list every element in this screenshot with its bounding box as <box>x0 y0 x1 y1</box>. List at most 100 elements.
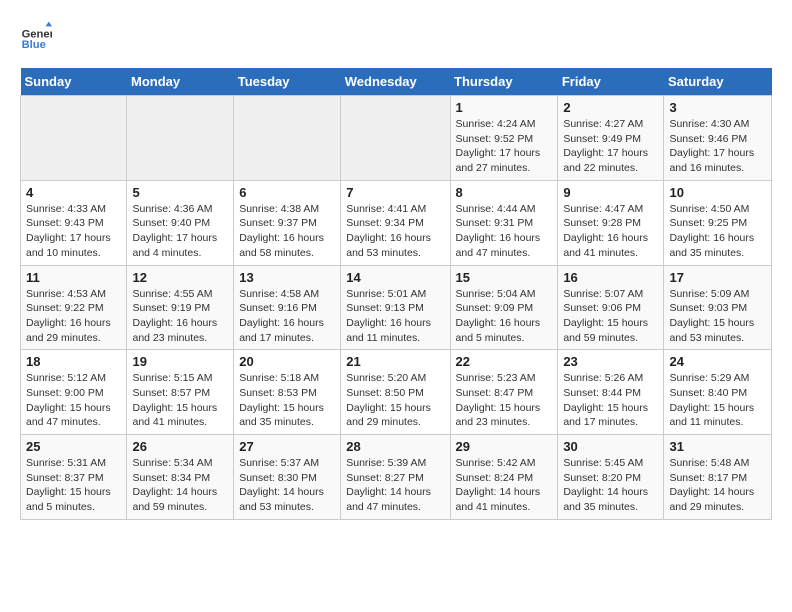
day-info: Sunrise: 5:20 AM Sunset: 8:50 PM Dayligh… <box>346 371 444 430</box>
calendar-cell: 1 Sunrise: 4:24 AM Sunset: 9:52 PM Daylig… <box>450 96 558 181</box>
day-info: Sunrise: 5:31 AM Sunset: 8:37 PM Dayligh… <box>26 456 121 515</box>
day-info: Sunrise: 5:23 AM Sunset: 8:47 PM Dayligh… <box>456 371 553 430</box>
day-info: Sunrise: 5:12 AM Sunset: 9:00 PM Dayligh… <box>26 371 121 430</box>
calendar-cell: 18 Sunrise: 5:12 AM Sunset: 9:00 PM Dayli… <box>21 350 127 435</box>
day-info: Sunrise: 4:24 AM Sunset: 9:52 PM Dayligh… <box>456 117 553 176</box>
calendar-cell: 20 Sunrise: 5:18 AM Sunset: 8:53 PM Dayli… <box>234 350 341 435</box>
day-info: Sunrise: 5:01 AM Sunset: 9:13 PM Dayligh… <box>346 287 444 346</box>
calendar-cell: 19Sunrise: 5:15 AM Sunset: 8:57 PM Dayli… <box>127 350 234 435</box>
day-number: 8 <box>456 185 553 200</box>
day-info: Sunrise: 5:39 AM Sunset: 8:27 PM Dayligh… <box>346 456 444 515</box>
day-number: 4 <box>26 185 121 200</box>
day-info: Sunrise: 5:09 AM Sunset: 9:03 PM Dayligh… <box>669 287 766 346</box>
calendar-cell: 21Sunrise: 5:20 AM Sunset: 8:50 PM Dayli… <box>341 350 450 435</box>
page-header: General Blue <box>20 20 772 52</box>
calendar-week-row: 4 Sunrise: 4:33 AM Sunset: 9:43 PM Daylig… <box>21 180 772 265</box>
calendar-cell: 23 Sunrise: 5:26 AM Sunset: 8:44 PM Dayli… <box>558 350 664 435</box>
day-info: Sunrise: 5:48 AM Sunset: 8:17 PM Dayligh… <box>669 456 766 515</box>
day-number: 16 <box>563 270 658 285</box>
weekday-header-tuesday: Tuesday <box>234 68 341 96</box>
day-number: 15 <box>456 270 553 285</box>
day-number: 27 <box>239 439 335 454</box>
svg-text:Blue: Blue <box>22 39 46 51</box>
day-number: 3 <box>669 100 766 115</box>
weekday-header-wednesday: Wednesday <box>341 68 450 96</box>
day-number: 29 <box>456 439 553 454</box>
weekday-header-monday: Monday <box>127 68 234 96</box>
day-info: Sunrise: 4:33 AM Sunset: 9:43 PM Dayligh… <box>26 202 121 261</box>
day-number: 20 <box>239 354 335 369</box>
day-number: 6 <box>239 185 335 200</box>
calendar-cell <box>341 96 450 181</box>
day-info: Sunrise: 4:36 AM Sunset: 9:40 PM Dayligh… <box>132 202 228 261</box>
calendar-cell: 17 Sunrise: 5:09 AM Sunset: 9:03 PM Dayli… <box>664 265 772 350</box>
day-info: Sunrise: 4:38 AM Sunset: 9:37 PM Dayligh… <box>239 202 335 261</box>
day-info: Sunrise: 4:27 AM Sunset: 9:49 PM Dayligh… <box>563 117 658 176</box>
weekday-header-friday: Friday <box>558 68 664 96</box>
day-number: 12 <box>132 270 228 285</box>
calendar-cell: 2 Sunrise: 4:27 AM Sunset: 9:49 PM Daylig… <box>558 96 664 181</box>
day-number: 23 <box>563 354 658 369</box>
day-number: 22 <box>456 354 553 369</box>
calendar-cell: 4 Sunrise: 4:33 AM Sunset: 9:43 PM Daylig… <box>21 180 127 265</box>
day-info: Sunrise: 5:04 AM Sunset: 9:09 PM Dayligh… <box>456 287 553 346</box>
day-info: Sunrise: 4:53 AM Sunset: 9:22 PM Dayligh… <box>26 287 121 346</box>
day-info: Sunrise: 4:44 AM Sunset: 9:31 PM Dayligh… <box>456 202 553 261</box>
calendar-cell <box>234 96 341 181</box>
day-number: 10 <box>669 185 766 200</box>
day-info: Sunrise: 5:37 AM Sunset: 8:30 PM Dayligh… <box>239 456 335 515</box>
calendar-cell: 27 Sunrise: 5:37 AM Sunset: 8:30 PM Dayli… <box>234 435 341 520</box>
day-info: Sunrise: 4:55 AM Sunset: 9:19 PM Dayligh… <box>132 287 228 346</box>
calendar-cell <box>21 96 127 181</box>
day-number: 5 <box>132 185 228 200</box>
day-info: Sunrise: 5:18 AM Sunset: 8:53 PM Dayligh… <box>239 371 335 430</box>
day-info: Sunrise: 4:41 AM Sunset: 9:34 PM Dayligh… <box>346 202 444 261</box>
calendar-cell: 31 Sunrise: 5:48 AM Sunset: 8:17 PM Dayli… <box>664 435 772 520</box>
day-number: 31 <box>669 439 766 454</box>
day-number: 1 <box>456 100 553 115</box>
calendar-cell: 15 Sunrise: 5:04 AM Sunset: 9:09 PM Dayli… <box>450 265 558 350</box>
weekday-header-thursday: Thursday <box>450 68 558 96</box>
day-info: Sunrise: 5:29 AM Sunset: 8:40 PM Dayligh… <box>669 371 766 430</box>
calendar-cell: 11 Sunrise: 4:53 AM Sunset: 9:22 PM Dayli… <box>21 265 127 350</box>
day-number: 13 <box>239 270 335 285</box>
day-number: 14 <box>346 270 444 285</box>
day-number: 17 <box>669 270 766 285</box>
calendar-cell: 10Sunrise: 4:50 AM Sunset: 9:25 PM Dayli… <box>664 180 772 265</box>
day-number: 18 <box>26 354 121 369</box>
calendar-cell: 28Sunrise: 5:39 AM Sunset: 8:27 PM Dayli… <box>341 435 450 520</box>
calendar-cell: 25Sunrise: 5:31 AM Sunset: 8:37 PM Dayli… <box>21 435 127 520</box>
day-number: 2 <box>563 100 658 115</box>
day-info: Sunrise: 5:34 AM Sunset: 8:34 PM Dayligh… <box>132 456 228 515</box>
calendar-week-row: 25Sunrise: 5:31 AM Sunset: 8:37 PM Dayli… <box>21 435 772 520</box>
day-number: 19 <box>132 354 228 369</box>
calendar-cell: 16 Sunrise: 5:07 AM Sunset: 9:06 PM Dayli… <box>558 265 664 350</box>
day-number: 11 <box>26 270 121 285</box>
calendar-header-row: SundayMondayTuesdayWednesdayThursdayFrid… <box>21 68 772 96</box>
logo: General Blue <box>20 20 52 52</box>
calendar-body: 1 Sunrise: 4:24 AM Sunset: 9:52 PM Daylig… <box>21 96 772 520</box>
calendar-cell: 24 Sunrise: 5:29 AM Sunset: 8:40 PM Dayli… <box>664 350 772 435</box>
day-info: Sunrise: 5:42 AM Sunset: 8:24 PM Dayligh… <box>456 456 553 515</box>
day-info: Sunrise: 5:45 AM Sunset: 8:20 PM Dayligh… <box>563 456 658 515</box>
calendar-cell: 6 Sunrise: 4:38 AM Sunset: 9:37 PM Daylig… <box>234 180 341 265</box>
day-number: 7 <box>346 185 444 200</box>
calendar-cell: 12 Sunrise: 4:55 AM Sunset: 9:19 PM Dayli… <box>127 265 234 350</box>
calendar-cell: 29 Sunrise: 5:42 AM Sunset: 8:24 PM Dayli… <box>450 435 558 520</box>
day-info: Sunrise: 4:47 AM Sunset: 9:28 PM Dayligh… <box>563 202 658 261</box>
day-number: 26 <box>132 439 228 454</box>
calendar-week-row: 18 Sunrise: 5:12 AM Sunset: 9:00 PM Dayli… <box>21 350 772 435</box>
weekday-header-saturday: Saturday <box>664 68 772 96</box>
day-number: 24 <box>669 354 766 369</box>
calendar-cell: 30Sunrise: 5:45 AM Sunset: 8:20 PM Dayli… <box>558 435 664 520</box>
calendar-cell: 13 Sunrise: 4:58 AM Sunset: 9:16 PM Dayli… <box>234 265 341 350</box>
day-info: Sunrise: 4:58 AM Sunset: 9:16 PM Dayligh… <box>239 287 335 346</box>
day-info: Sunrise: 5:07 AM Sunset: 9:06 PM Dayligh… <box>563 287 658 346</box>
calendar-cell: 26 Sunrise: 5:34 AM Sunset: 8:34 PM Dayli… <box>127 435 234 520</box>
calendar-cell: 9 Sunrise: 4:47 AM Sunset: 9:28 PM Daylig… <box>558 180 664 265</box>
day-info: Sunrise: 5:26 AM Sunset: 8:44 PM Dayligh… <box>563 371 658 430</box>
calendar-cell <box>127 96 234 181</box>
day-number: 9 <box>563 185 658 200</box>
calendar-week-row: 11 Sunrise: 4:53 AM Sunset: 9:22 PM Dayli… <box>21 265 772 350</box>
calendar-week-row: 1 Sunrise: 4:24 AM Sunset: 9:52 PM Daylig… <box>21 96 772 181</box>
